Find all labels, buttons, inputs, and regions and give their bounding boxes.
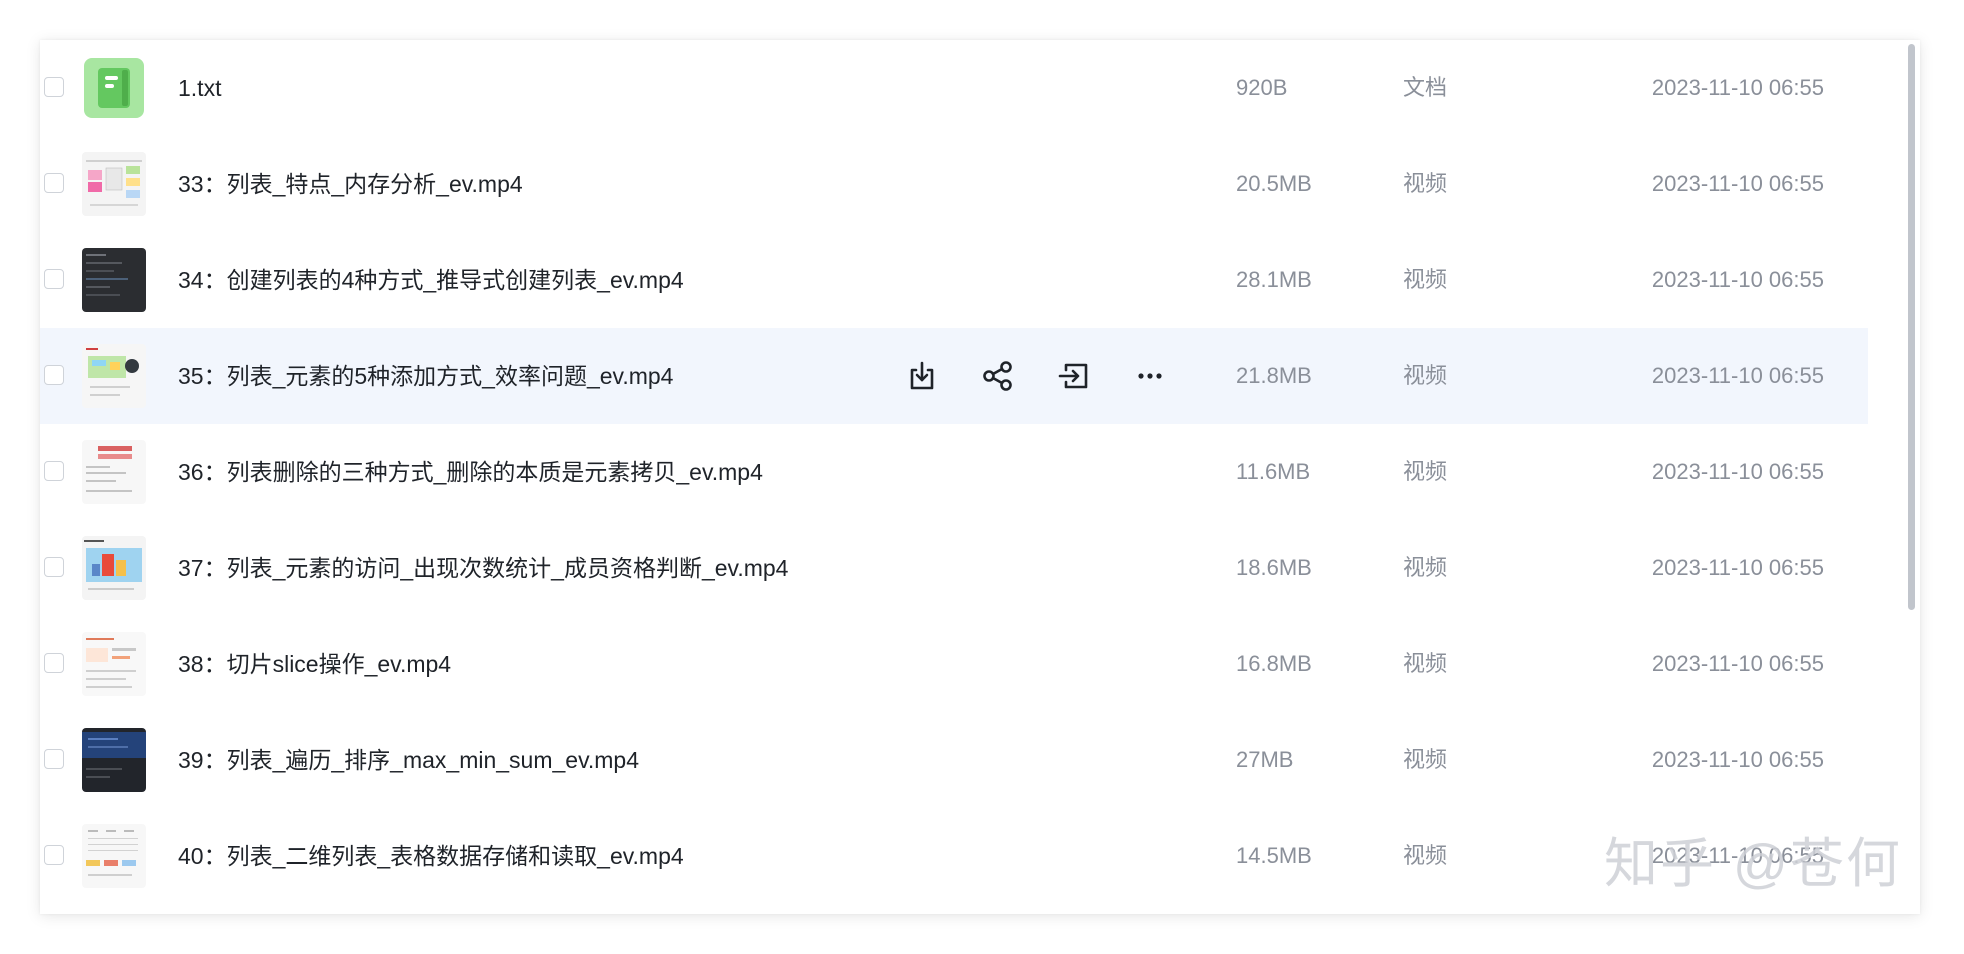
row-actions <box>902 356 1170 396</box>
file-name[interactable]: 37：列表_元素的访问_出现次数统计_成员资格判断_ev.mp4 <box>178 520 788 616</box>
file-name[interactable]: 35：列表_元素的5种添加方式_效率问题_ev.mp4 <box>178 328 673 424</box>
watermark: 知乎 @苍何 <box>1604 834 1902 894</box>
share-button[interactable] <box>978 356 1018 396</box>
table-row[interactable]: 1.txt 920B 文档 2023-11-10 06:55 <box>40 40 1868 136</box>
file-name[interactable]: 33：列表_特点_内存分析_ev.mp4 <box>178 136 523 232</box>
video-thumbnail <box>82 344 146 408</box>
file-date: 2023-11-10 06:55 <box>1651 747 1824 772</box>
file-size: 27MB <box>1236 747 1294 772</box>
video-thumbnail <box>82 440 146 504</box>
file-size: 18.6MB <box>1236 555 1312 580</box>
file-date: 2023-11-10 06:55 <box>1651 363 1824 388</box>
video-thumbnail <box>82 152 146 216</box>
move-to-icon <box>1058 363 1088 389</box>
file-type: 视频 <box>1403 363 1448 388</box>
table-row[interactable]: 37：列表_元素的访问_出现次数统计_成员资格判断_ev.mp4 18.6MB … <box>40 520 1868 616</box>
file-size: 11.6MB <box>1236 459 1311 484</box>
file-name[interactable]: 34：创建列表的4种方式_推导式创建列表_ev.mp4 <box>178 232 684 328</box>
table-row[interactable]: 40：列表_二维列表_表格数据存储和读取_ev.mp4 14.5MB 视频 20… <box>40 808 1868 904</box>
file-size: 20.5MB <box>1236 171 1312 196</box>
row-checkbox[interactable] <box>44 845 64 865</box>
file-type: 视频 <box>1403 843 1448 868</box>
row-checkbox[interactable] <box>44 269 64 289</box>
row-checkbox[interactable] <box>44 749 64 769</box>
row-checkbox[interactable] <box>44 77 64 97</box>
doc-icon <box>82 56 146 120</box>
file-type: 视频 <box>1403 171 1448 196</box>
download-icon <box>910 361 934 390</box>
file-size: 16.8MB <box>1236 651 1312 676</box>
file-type: 视频 <box>1403 555 1448 580</box>
download-button[interactable] <box>902 356 942 396</box>
file-date: 2023-11-10 06:55 <box>1651 651 1824 676</box>
file-name[interactable]: 40：列表_二维列表_表格数据存储和读取_ev.mp4 <box>178 808 684 904</box>
file-name[interactable]: 39：列表_遍历_排序_max_min_sum_ev.mp4 <box>178 712 639 808</box>
row-checkbox[interactable] <box>44 461 64 481</box>
table-row[interactable]: 36：列表删除的三种方式_删除的本质是元素拷贝_ev.mp4 11.6MB 视频… <box>40 424 1868 520</box>
file-name[interactable]: 38：切片slice操作_ev.mp4 <box>178 616 451 712</box>
file-list-panel: 1.txt 920B 文档 2023-11-10 06:55 33：列表_特点_… <box>40 40 1920 914</box>
vertical-scrollbar-thumb[interactable] <box>1908 44 1915 610</box>
file-date: 2023-11-10 06:55 <box>1651 267 1824 292</box>
table-row[interactable]: 33：列表_特点_内存分析_ev.mp4 20.5MB 视频 2023-11-1… <box>40 136 1868 232</box>
file-date: 2023-11-10 06:55 <box>1651 459 1824 484</box>
file-list: 1.txt 920B 文档 2023-11-10 06:55 33：列表_特点_… <box>40 40 1868 914</box>
file-type: 视频 <box>1403 651 1448 676</box>
file-date: 2023-11-10 06:55 <box>1651 171 1824 196</box>
row-checkbox[interactable] <box>44 557 64 577</box>
video-thumbnail <box>82 728 146 792</box>
video-thumbnail <box>82 248 146 312</box>
file-size: 21.8MB <box>1236 363 1312 388</box>
video-thumbnail <box>82 632 146 696</box>
table-row[interactable]: 35：列表_元素的5种添加方式_效率问题_ev.mp4 21.8MB 视频 20… <box>40 328 1868 424</box>
video-thumbnail <box>82 824 146 888</box>
file-name[interactable]: 36：列表删除的三种方式_删除的本质是元素拷贝_ev.mp4 <box>178 424 763 520</box>
row-checkbox[interactable] <box>44 365 64 385</box>
file-type: 视频 <box>1403 267 1448 292</box>
file-name[interactable]: 1.txt <box>178 40 221 136</box>
file-size: 14.5MB <box>1236 843 1312 868</box>
table-row[interactable]: 34：创建列表的4种方式_推导式创建列表_ev.mp4 28.1MB 视频 20… <box>40 232 1868 328</box>
video-thumbnail <box>82 536 146 600</box>
table-row-partial <box>40 904 1868 914</box>
row-checkbox[interactable] <box>44 173 64 193</box>
file-date: 2023-11-10 06:55 <box>1651 75 1824 100</box>
table-row[interactable]: 39：列表_遍历_排序_max_min_sum_ev.mp4 27MB 视频 2… <box>40 712 1868 808</box>
table-row[interactable]: 38：切片slice操作_ev.mp4 16.8MB 视频 2023-11-10… <box>40 616 1868 712</box>
file-date: 2023-11-10 06:55 <box>1651 555 1824 580</box>
share-icon <box>983 361 1012 391</box>
file-type: 视频 <box>1403 459 1448 484</box>
file-size: 28.1MB <box>1236 267 1312 292</box>
file-type: 文档 <box>1403 75 1448 100</box>
more-options-icon <box>1138 373 1162 379</box>
move-to-button[interactable] <box>1054 356 1094 396</box>
file-type: 视频 <box>1403 747 1448 772</box>
row-checkbox[interactable] <box>44 653 64 673</box>
file-size: 920B <box>1236 75 1288 100</box>
more-options-button[interactable] <box>1130 356 1170 396</box>
